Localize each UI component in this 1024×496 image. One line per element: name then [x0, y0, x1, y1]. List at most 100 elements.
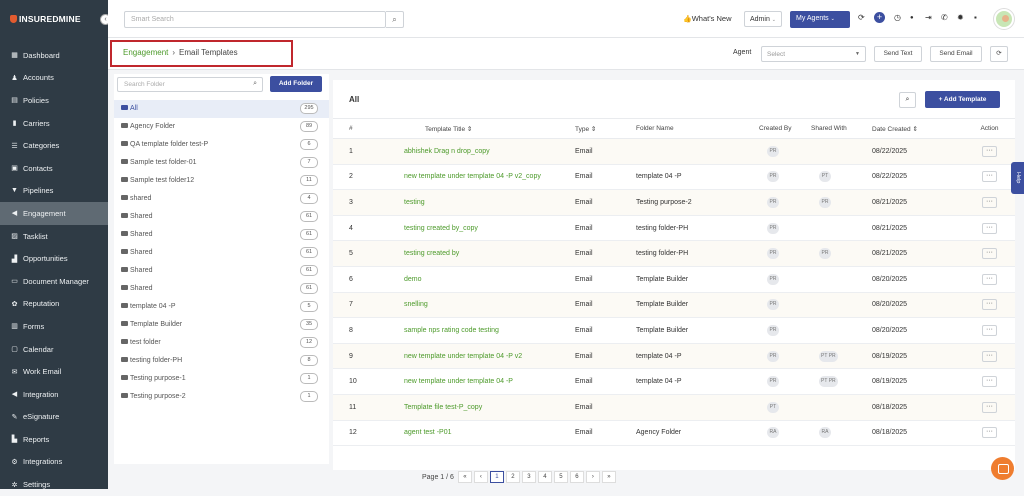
- sidebar-item-policies[interactable]: ▤ Policies: [0, 89, 108, 112]
- bell-icon[interactable]: ●: [910, 15, 914, 21]
- folder-item[interactable]: Template Builder 35: [114, 316, 329, 334]
- folder-item[interactable]: Shared 61: [114, 262, 329, 280]
- smart-search-input[interactable]: Smart Search: [124, 11, 386, 28]
- last-page-button[interactable]: »: [601, 471, 616, 483]
- quick-add-icon[interactable]: +: [874, 12, 885, 23]
- folder-item[interactable]: test folder 12: [114, 334, 329, 352]
- row-action-menu-button[interactable]: ···: [982, 171, 997, 183]
- row-action-menu-button[interactable]: ···: [982, 324, 997, 336]
- sidebar-item-document-manager[interactable]: ▭ Document Manager: [0, 270, 108, 293]
- row-action-menu-button[interactable]: ···: [982, 427, 997, 439]
- refresh-button[interactable]: ⟳: [990, 46, 1008, 62]
- app-logo[interactable]: INSUREDMINE: [10, 14, 81, 24]
- breadcrumb-engagement-link[interactable]: Engagement: [123, 48, 168, 57]
- column-header[interactable]: Type ⇕: [575, 118, 636, 139]
- template-title-link[interactable]: demo: [377, 266, 575, 293]
- folder-item[interactable]: Shared 61: [114, 226, 329, 244]
- add-template-button[interactable]: + Add Template: [925, 91, 1000, 108]
- template-title-link[interactable]: testing created by: [377, 240, 575, 267]
- sidebar-item-accounts[interactable]: ♟ Accounts: [0, 67, 108, 90]
- folder-item[interactable]: Testing purpose-2 1: [114, 388, 329, 406]
- logout-icon[interactable]: ⇥: [925, 13, 932, 22]
- folder-item[interactable]: Sample test folder12 11: [114, 172, 329, 190]
- sidebar-item-engagement[interactable]: ◀ Engagement: [0, 202, 108, 225]
- folder-item[interactable]: template 04 -P 5: [114, 298, 329, 316]
- template-title-link[interactable]: agent test -P01: [377, 420, 575, 447]
- page-button[interactable]: 2: [505, 471, 520, 483]
- folder-search-input[interactable]: Search Folder ⌕: [117, 77, 263, 92]
- template-title-link[interactable]: Template file test-P_copy: [377, 394, 575, 421]
- template-title-link[interactable]: sample nps rating code testing: [377, 317, 575, 344]
- sidebar-item-tasklist[interactable]: ▨ Tasklist: [0, 225, 108, 248]
- row-action-menu-button[interactable]: ···: [982, 222, 997, 234]
- whats-new-link[interactable]: 👍What's New: [683, 14, 732, 23]
- template-title-link[interactable]: new template under template 04 -P: [377, 368, 575, 395]
- template-title-link[interactable]: snelling: [377, 292, 575, 319]
- row-action-menu-button[interactable]: ···: [982, 273, 997, 285]
- folder-item[interactable]: testing folder-PH 8: [114, 352, 329, 370]
- row-action-menu-button[interactable]: ···: [982, 401, 997, 413]
- phone-icon[interactable]: ✆: [941, 13, 948, 22]
- sidebar-item-work-email[interactable]: ✉ Work Email: [0, 360, 108, 383]
- sidebar-item-carriers[interactable]: ▮ Carriers: [0, 112, 108, 135]
- add-folder-button[interactable]: Add Folder: [270, 76, 322, 92]
- search-button[interactable]: ⌕: [386, 11, 404, 28]
- page-button[interactable]: 4: [537, 471, 552, 483]
- folder-item[interactable]: All 295: [114, 100, 329, 118]
- agent-select[interactable]: Select ▼: [761, 46, 866, 62]
- row-action-menu-button[interactable]: ···: [982, 145, 997, 157]
- sidebar-item-forms[interactable]: ▥ Forms: [0, 315, 108, 338]
- page-button[interactable]: 3: [521, 471, 536, 483]
- table-search-button[interactable]: ⌕: [899, 92, 916, 108]
- sidebar-item-dashboard[interactable]: ▦ Dashboard: [0, 44, 108, 67]
- folder-item[interactable]: Shared 61: [114, 280, 329, 298]
- template-title-link[interactable]: new template under template 04 -P v2_cop…: [377, 164, 575, 191]
- sidebar-item-calendar[interactable]: ▢ Calendar: [0, 338, 108, 361]
- prev-page-button[interactable]: ‹: [473, 471, 488, 483]
- template-title-link[interactable]: testing created by_copy: [377, 215, 575, 242]
- folder-item[interactable]: shared 4: [114, 190, 329, 208]
- send-text-button[interactable]: Send Text: [874, 46, 922, 62]
- sidebar-item-pipelines[interactable]: ▼ Pipelines: [0, 180, 108, 203]
- next-page-button[interactable]: ›: [585, 471, 600, 483]
- page-button[interactable]: 5: [553, 471, 568, 483]
- folder-item[interactable]: QA template folder test-P 6: [114, 136, 329, 154]
- folder-item[interactable]: Testing purpose-1 1: [114, 370, 329, 388]
- page-button[interactable]: 1: [489, 471, 504, 483]
- refresh-icon[interactable]: ⟳: [858, 13, 865, 22]
- sidebar-item-esignature[interactable]: ✎ eSignature: [0, 406, 108, 429]
- row-action-menu-button[interactable]: ···: [982, 350, 997, 362]
- message-icon[interactable]: ▪: [974, 13, 977, 22]
- my-agents-dropdown[interactable]: My Agents ⌄: [790, 11, 850, 28]
- clock-icon[interactable]: ◷: [894, 13, 901, 22]
- folder-item[interactable]: Sample test folder-01 7: [114, 154, 329, 172]
- sidebar-item-integration[interactable]: ◀ Integration: [0, 383, 108, 406]
- sidebar-item-reputation[interactable]: ✿ Reputation: [0, 293, 108, 316]
- user-avatar[interactable]: [994, 9, 1014, 29]
- row-action-menu-button[interactable]: ···: [982, 248, 997, 260]
- template-title-link[interactable]: abhishek Drag n drop_copy: [377, 138, 575, 165]
- sidebar-item-contacts[interactable]: ▣ Contacts: [0, 157, 108, 180]
- sidebar-item-settings[interactable]: ✲ Settings: [0, 473, 108, 496]
- sidebar-item-integrations[interactable]: ⚙ Integrations: [0, 451, 108, 474]
- folder-item[interactable]: Agency Folder 89: [114, 118, 329, 136]
- template-title-link[interactable]: testing: [377, 189, 575, 216]
- row-action-menu-button[interactable]: ···: [982, 299, 997, 311]
- folder-item[interactable]: Shared 61: [114, 208, 329, 226]
- column-header[interactable]: Date Created ⇕: [872, 118, 964, 139]
- row-action-menu-button[interactable]: ···: [982, 196, 997, 208]
- column-header[interactable]: Template Title ⇕: [377, 118, 575, 139]
- sidebar-item-categories[interactable]: ☰ Categories: [0, 134, 108, 157]
- page-button[interactable]: 6: [569, 471, 584, 483]
- first-page-button[interactable]: «: [457, 471, 472, 483]
- admin-dropdown[interactable]: Admin ⌄: [744, 11, 782, 27]
- sidebar-item-reports[interactable]: ▙ Reports: [0, 428, 108, 451]
- folder-item[interactable]: Shared 61: [114, 244, 329, 262]
- sidebar-item-opportunities[interactable]: ▟ Opportunities: [0, 247, 108, 270]
- chat-widget-button[interactable]: [991, 457, 1014, 480]
- send-email-button[interactable]: Send Email: [930, 46, 982, 62]
- row-action-menu-button[interactable]: ···: [982, 376, 997, 388]
- help-tab[interactable]: Help: [1011, 162, 1024, 194]
- template-title-link[interactable]: new template under template 04 -P v2: [377, 343, 575, 370]
- settings-icon[interactable]: ✹: [957, 13, 964, 22]
